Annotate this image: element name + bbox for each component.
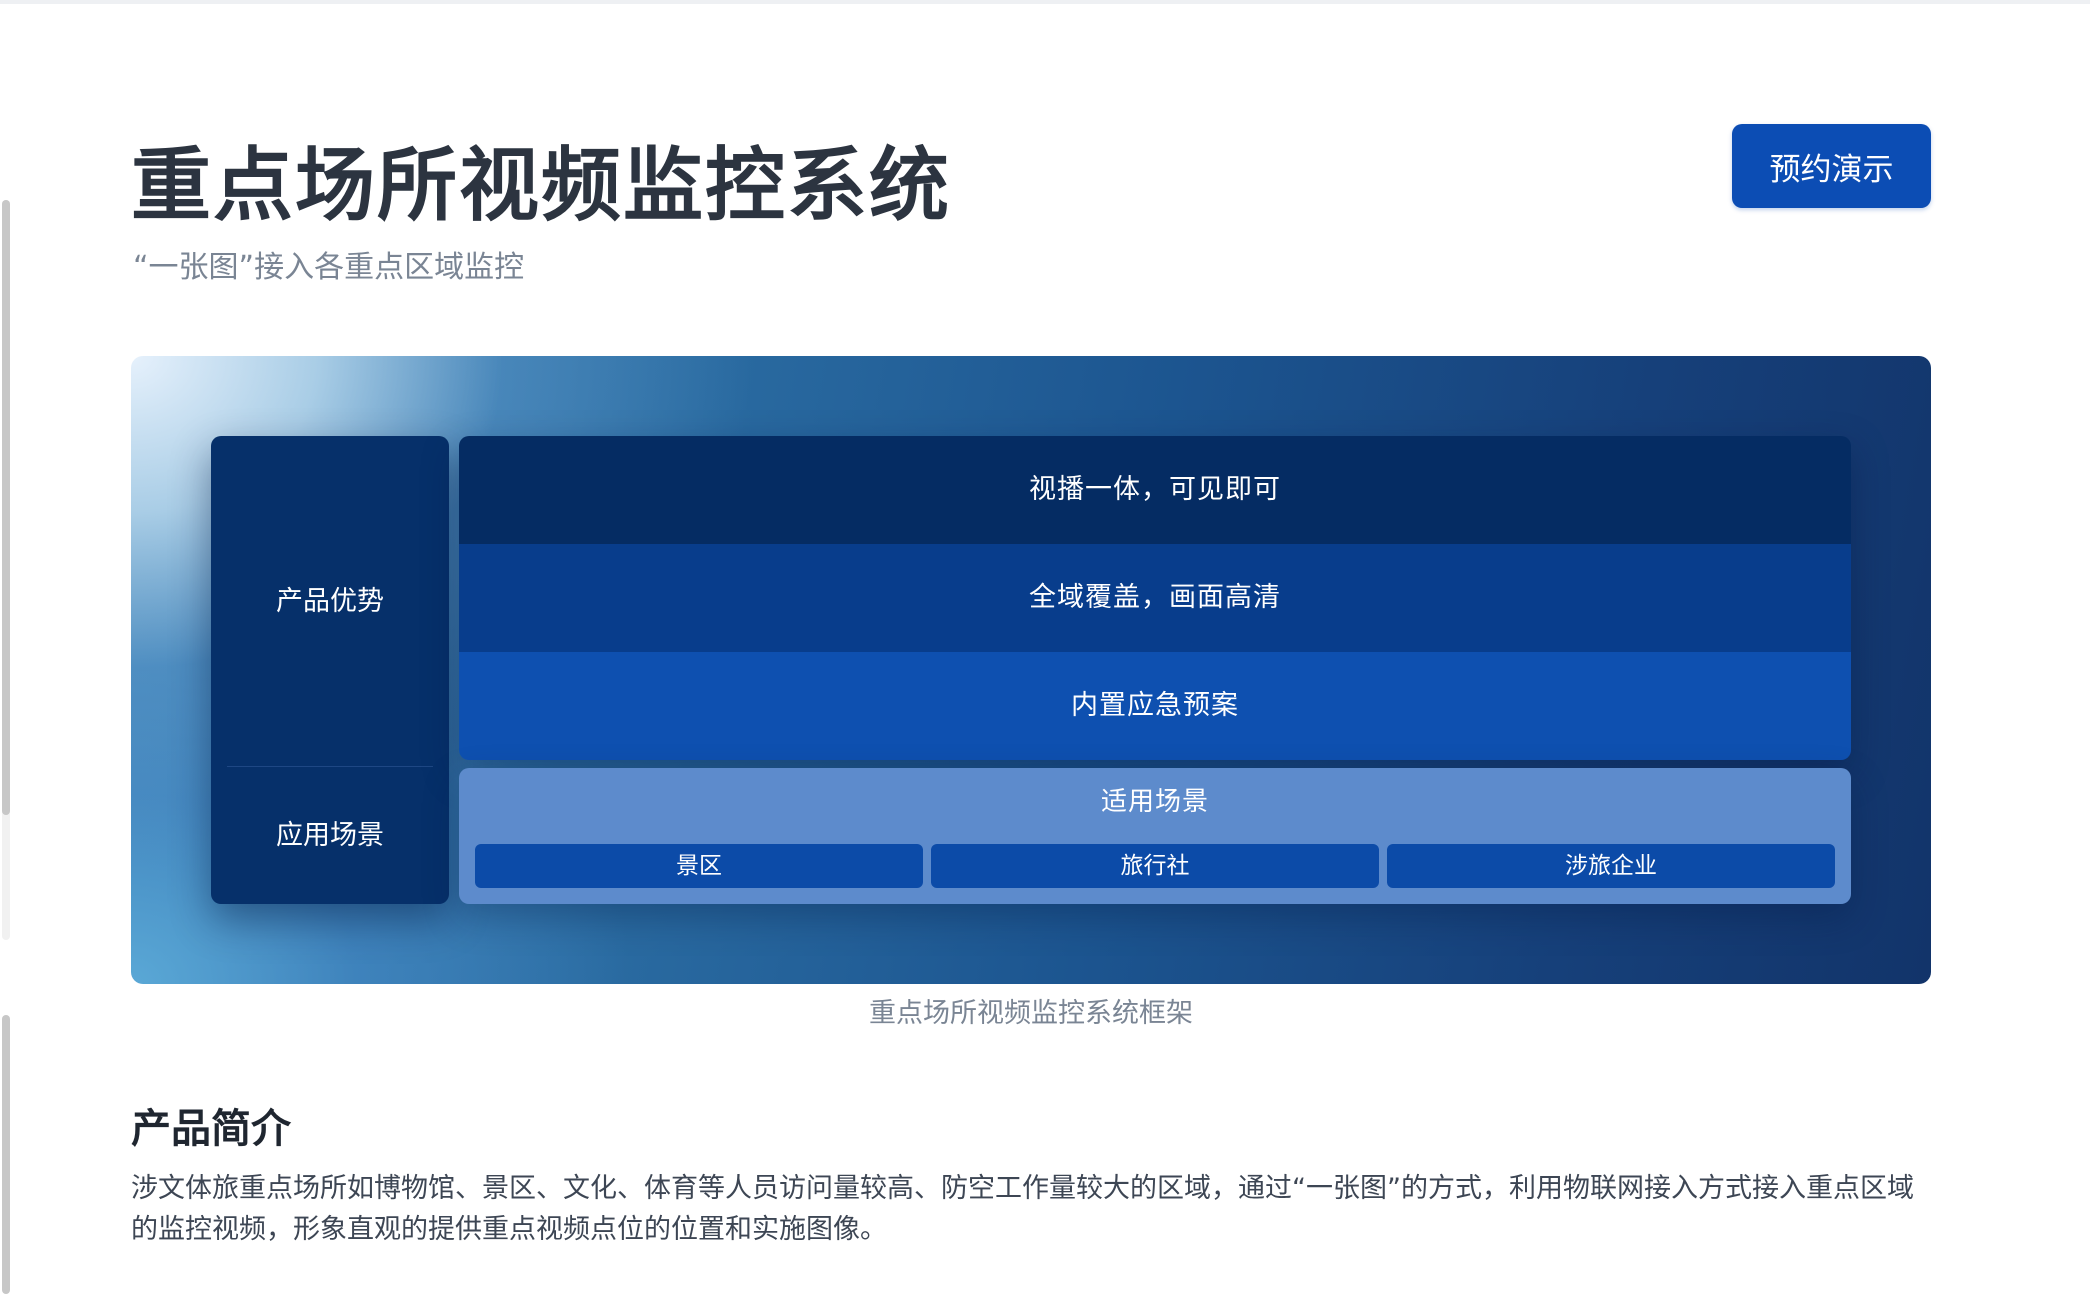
advantage-item: 内置应急预案 <box>459 652 1851 760</box>
category-panel: 产品优势 应用场景 <box>211 436 449 904</box>
advantage-item: 视播一体，可见即可 <box>459 436 1851 544</box>
category-divider <box>227 766 433 767</box>
application-scenario-label: 应用场景 <box>276 820 384 851</box>
scenario-chip-scenic-area: 景区 <box>475 844 923 888</box>
scenario-chip-tourism-enterprise: 涉旅企业 <box>1387 844 1835 888</box>
system-framework-diagram: 产品优势 应用场景 视播一体，可见即可 全域覆盖，画面高清 内置应急预案 适用场… <box>131 356 1931 984</box>
product-advantage-label: 产品优势 <box>276 586 384 617</box>
advantage-list: 视播一体，可见即可 全域覆盖，画面高清 内置应急预案 <box>459 436 1851 760</box>
advantage-item: 全域覆盖，画面高清 <box>459 544 1851 652</box>
scenario-title: 适用场景 <box>1100 787 1209 817</box>
intro-body: 涉文体旅重点场所如博物馆、景区、文化、体育等人员访问量较高、防空工作量较大的区域… <box>131 1173 1914 1245</box>
page-title: 重点场所视频监控系统 <box>131 139 951 232</box>
top-border <box>0 0 2090 4</box>
scrollbar-thumb[interactable] <box>2 200 10 815</box>
book-demo-button[interactable]: 预约演示 <box>1732 124 1931 208</box>
intro-title: 产品简介 <box>131 1106 291 1152</box>
scrollbar-thumb-secondary[interactable] <box>2 1015 10 1294</box>
diagram-caption: 重点场所视频监控系统框架 <box>869 998 1193 1029</box>
scenario-chip-travel-agency: 旅行社 <box>931 844 1379 888</box>
scenario-box: 适用场景 景区 旅行社 涉旅企业 <box>459 768 1851 904</box>
page-subtitle: “一张图”接入各重点区域监控 <box>133 250 525 285</box>
